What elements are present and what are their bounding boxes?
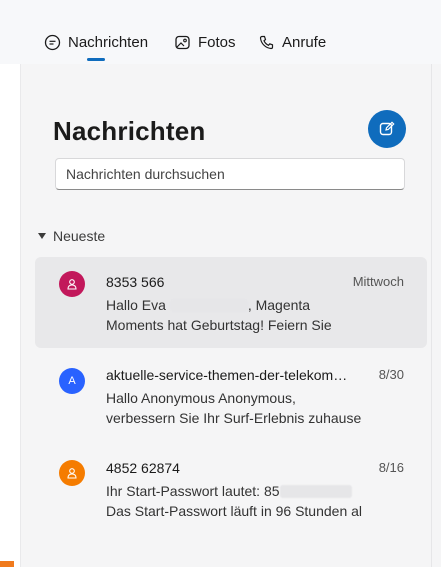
tab-fotos[interactable]: Fotos bbox=[174, 34, 236, 51]
chevron-down-icon bbox=[38, 233, 46, 239]
conversation-preview: Ihr Start-Passwort lautet: 85 Das Start-… bbox=[106, 481, 362, 521]
conversation-date: 8/16 bbox=[378, 460, 404, 475]
preview-text: Hallo Eva bbox=[106, 297, 166, 313]
tab-label: Fotos bbox=[198, 34, 236, 51]
preview-text: Hallo Anonymous Anonymous, bbox=[106, 390, 296, 406]
redacted-text bbox=[279, 485, 352, 498]
redacted-text bbox=[169, 299, 248, 312]
pane-divider bbox=[431, 64, 432, 567]
compose-button[interactable] bbox=[368, 110, 406, 148]
conversation-item[interactable]: 8353 566 Mittwoch Hallo Eva , Magenta Mo… bbox=[35, 257, 427, 348]
photo-icon bbox=[175, 35, 190, 50]
conversation-date: Mittwoch bbox=[352, 274, 404, 289]
tab-anrufe[interactable]: Anrufe bbox=[258, 34, 326, 51]
section-header-newest[interactable]: Neueste bbox=[38, 228, 105, 244]
preview-text: , Magenta bbox=[247, 297, 311, 313]
conversation-preview: Hallo Eva , Magenta Moments hat Geburtst… bbox=[106, 295, 332, 335]
top-tab-bar: Nachrichten Fotos Anrufe bbox=[0, 0, 441, 64]
tab-label: Anrufe bbox=[282, 34, 327, 51]
compose-icon bbox=[379, 121, 395, 136]
orange-corner-marker bbox=[0, 561, 14, 567]
preview-text: Moments hat Geburtstag! Feiern Sie bbox=[106, 317, 332, 333]
preview-text: Das Start-Passwort läuft in 96 Stunden a… bbox=[106, 503, 363, 519]
chat-icon bbox=[44, 34, 61, 51]
preview-text: verbessern Sie Ihr Surf-Erlebnis zuhause bbox=[106, 410, 362, 426]
person-icon bbox=[67, 279, 77, 290]
conversation-item[interactable]: 4852 62874 8/16 Ihr Start-Passwort laute… bbox=[35, 447, 427, 529]
conversation-sender: 4852 62874 bbox=[106, 460, 180, 476]
active-tab-indicator bbox=[87, 58, 105, 61]
conversation-preview: Hallo Anonymous Anonymous, verbessern Si… bbox=[106, 388, 361, 428]
avatar: A bbox=[59, 368, 85, 394]
preview-text: Ihr Start-Passwort lautet: 85 bbox=[106, 483, 280, 499]
search-input[interactable] bbox=[55, 158, 405, 190]
avatar bbox=[59, 271, 85, 297]
conversation-item[interactable]: A aktuelle-service-themen-der-telekom… 8… bbox=[35, 355, 427, 437]
page-title: Nachrichten bbox=[53, 116, 206, 146]
conversation-sender: aktuelle-service-themen-der-telekom… bbox=[106, 367, 348, 383]
tab-label: Nachrichten bbox=[68, 34, 149, 51]
avatar bbox=[59, 460, 85, 486]
phone-icon bbox=[259, 35, 274, 50]
section-label: Neueste bbox=[53, 228, 106, 244]
conversation-date: 8/30 bbox=[378, 367, 404, 382]
tab-nachrichten[interactable]: Nachrichten bbox=[44, 34, 148, 51]
conversation-sender: 8353 566 bbox=[106, 274, 165, 290]
avatar-letter: A bbox=[68, 375, 76, 387]
person-icon bbox=[67, 468, 77, 479]
